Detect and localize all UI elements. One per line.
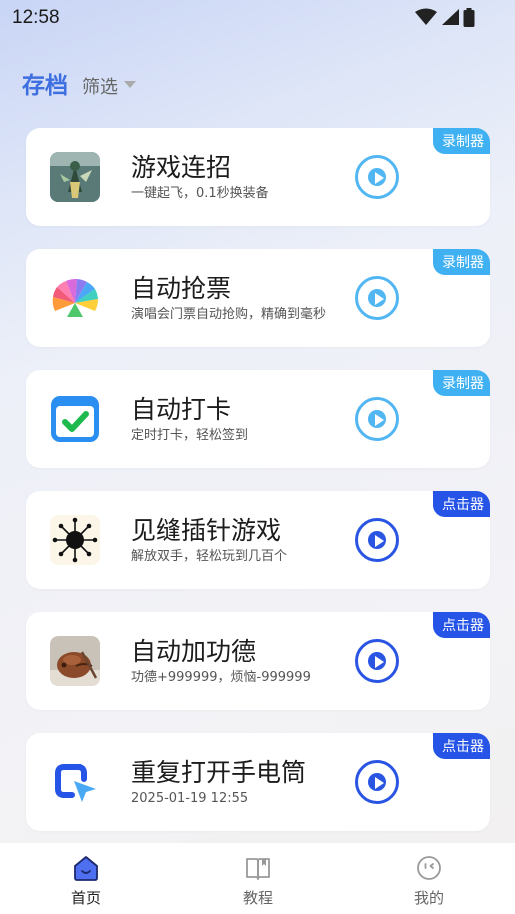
home-icon: [74, 856, 98, 881]
record-card[interactable]: 录制器 自动抢票 演唱会门票自动抢购，精确到毫秒: [26, 249, 490, 347]
play-button[interactable]: [355, 760, 399, 804]
card-title: 游戏连招: [131, 153, 232, 182]
play-button[interactable]: [355, 155, 399, 199]
nav-tutorial[interactable]: 教程: [208, 855, 308, 908]
play-button[interactable]: [355, 397, 399, 441]
signal-icon: [442, 9, 459, 25]
bottom-navigation: 首页 教程 我的: [0, 843, 515, 914]
pin-ball-icon: [50, 515, 100, 565]
wooden-fish-icon: [50, 636, 100, 686]
page-header: 存档 筛选: [22, 66, 136, 100]
card-timestamp: 2025-01-19 12:55: [131, 791, 249, 806]
card-title: 重复打开手电筒: [131, 758, 307, 787]
card-title: 自动打卡: [131, 395, 232, 424]
filter-dropdown[interactable]: 筛选: [82, 73, 136, 99]
recorder-tag: 录制器: [433, 370, 490, 396]
book-icon: [246, 858, 270, 880]
card-description: 解放双手，轻松玩到几百个: [131, 549, 288, 564]
nav-label: 教程: [242, 889, 273, 907]
game-character-icon: [50, 152, 100, 202]
calendar-check-icon: [51, 396, 99, 442]
colorful-fan-icon: [52, 278, 99, 317]
click-card[interactable]: 点击器 自动加功德 功德+999999，烦恼-999999: [26, 612, 490, 710]
nav-home[interactable]: 首页: [36, 855, 136, 908]
clicker-tag: 点击器: [433, 612, 490, 638]
card-description: 功德+999999，烦恼-999999: [131, 670, 311, 685]
play-button[interactable]: [355, 276, 399, 320]
card-title: 见缝插针游戏: [131, 516, 282, 545]
page-title: 存档: [22, 73, 68, 99]
battery-icon: [463, 8, 475, 27]
record-card[interactable]: 录制器 自动打卡 定时打卡，轻松签到: [26, 370, 490, 468]
play-button[interactable]: [355, 518, 399, 562]
status-time: 12:58: [12, 7, 60, 28]
card-description: 演唱会门票自动抢购，精确到毫秒: [131, 307, 327, 322]
nav-label: 首页: [70, 889, 101, 907]
clicker-tag: 点击器: [433, 733, 490, 759]
recorder-tag: 录制器: [433, 128, 490, 154]
wifi-icon: [415, 8, 437, 25]
profile-icon: [417, 856, 441, 880]
recorder-tag: 录制器: [433, 249, 490, 275]
status-bar: 12:58: [0, 0, 515, 36]
status-icons: [415, 8, 475, 27]
nav-profile[interactable]: 我的: [379, 855, 479, 908]
card-title: 自动加功德: [131, 637, 257, 666]
nav-label: 我的: [413, 889, 444, 907]
clicker-tag: 点击器: [433, 491, 490, 517]
card-description: 定时打卡，轻松签到: [131, 428, 249, 443]
filter-label: 筛选: [82, 77, 118, 98]
click-card[interactable]: 点击器 见缝插针游戏 解放双手，轻松玩到几百个: [26, 491, 490, 589]
record-card[interactable]: 录制器 游戏连招 一键起飞，0.1秒换装备: [26, 128, 490, 226]
card-description: 一键起飞，0.1秒换装备: [131, 186, 269, 201]
caret-down-icon: [124, 80, 136, 88]
card-title: 自动抢票: [131, 274, 232, 303]
play-button[interactable]: [355, 639, 399, 683]
click-card[interactable]: 点击器 重复打开手电筒 2025-01-19 12:55: [26, 733, 490, 831]
cursor-square-icon: [55, 764, 96, 802]
